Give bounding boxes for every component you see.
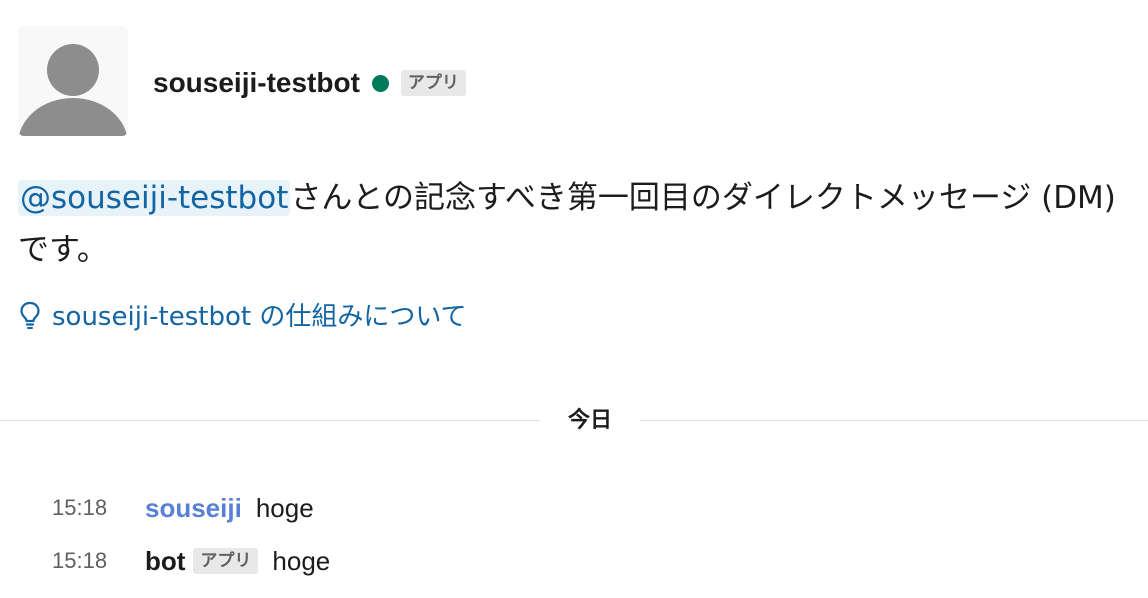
app-badge: アプリ <box>400 70 466 96</box>
message-row[interactable]: 15:18 bot アプリ hoge <box>52 541 330 581</box>
message-timestamp[interactable]: 15:18 <box>52 495 145 521</box>
lightbulb-icon <box>20 301 40 329</box>
app-badge: アプリ <box>193 548 259 574</box>
bot-name-row: souseiji-testbot アプリ <box>153 67 466 99</box>
message-timestamp[interactable]: 15:18 <box>52 548 145 574</box>
default-user-avatar-icon <box>18 26 128 136</box>
howto-link[interactable]: souseiji-testbot の仕組みについて <box>20 296 467 333</box>
day-divider-label[interactable]: 今日 <box>540 404 640 438</box>
message-text: hoge <box>255 492 314 523</box>
message-author[interactable]: souseiji <box>145 493 242 524</box>
bot-name[interactable]: souseiji-testbot <box>153 67 360 99</box>
bot-avatar[interactable] <box>18 26 128 136</box>
user-mention[interactable]: @souseiji-testbot <box>18 180 291 216</box>
howto-link-label[interactable]: souseiji-testbot の仕組みについて <box>52 296 467 333</box>
message-row[interactable]: 15:18 souseiji hoge <box>52 488 314 528</box>
message-author[interactable]: bot <box>145 546 185 577</box>
message-text: hoge <box>272 545 331 576</box>
presence-online-icon <box>371 74 389 92</box>
dm-intro-text: @souseiji-testbotさんとの記念すべき第一回目のダイレクトメッセー… <box>18 172 1128 276</box>
dm-header: souseiji-testbot アプリ <box>18 26 466 136</box>
